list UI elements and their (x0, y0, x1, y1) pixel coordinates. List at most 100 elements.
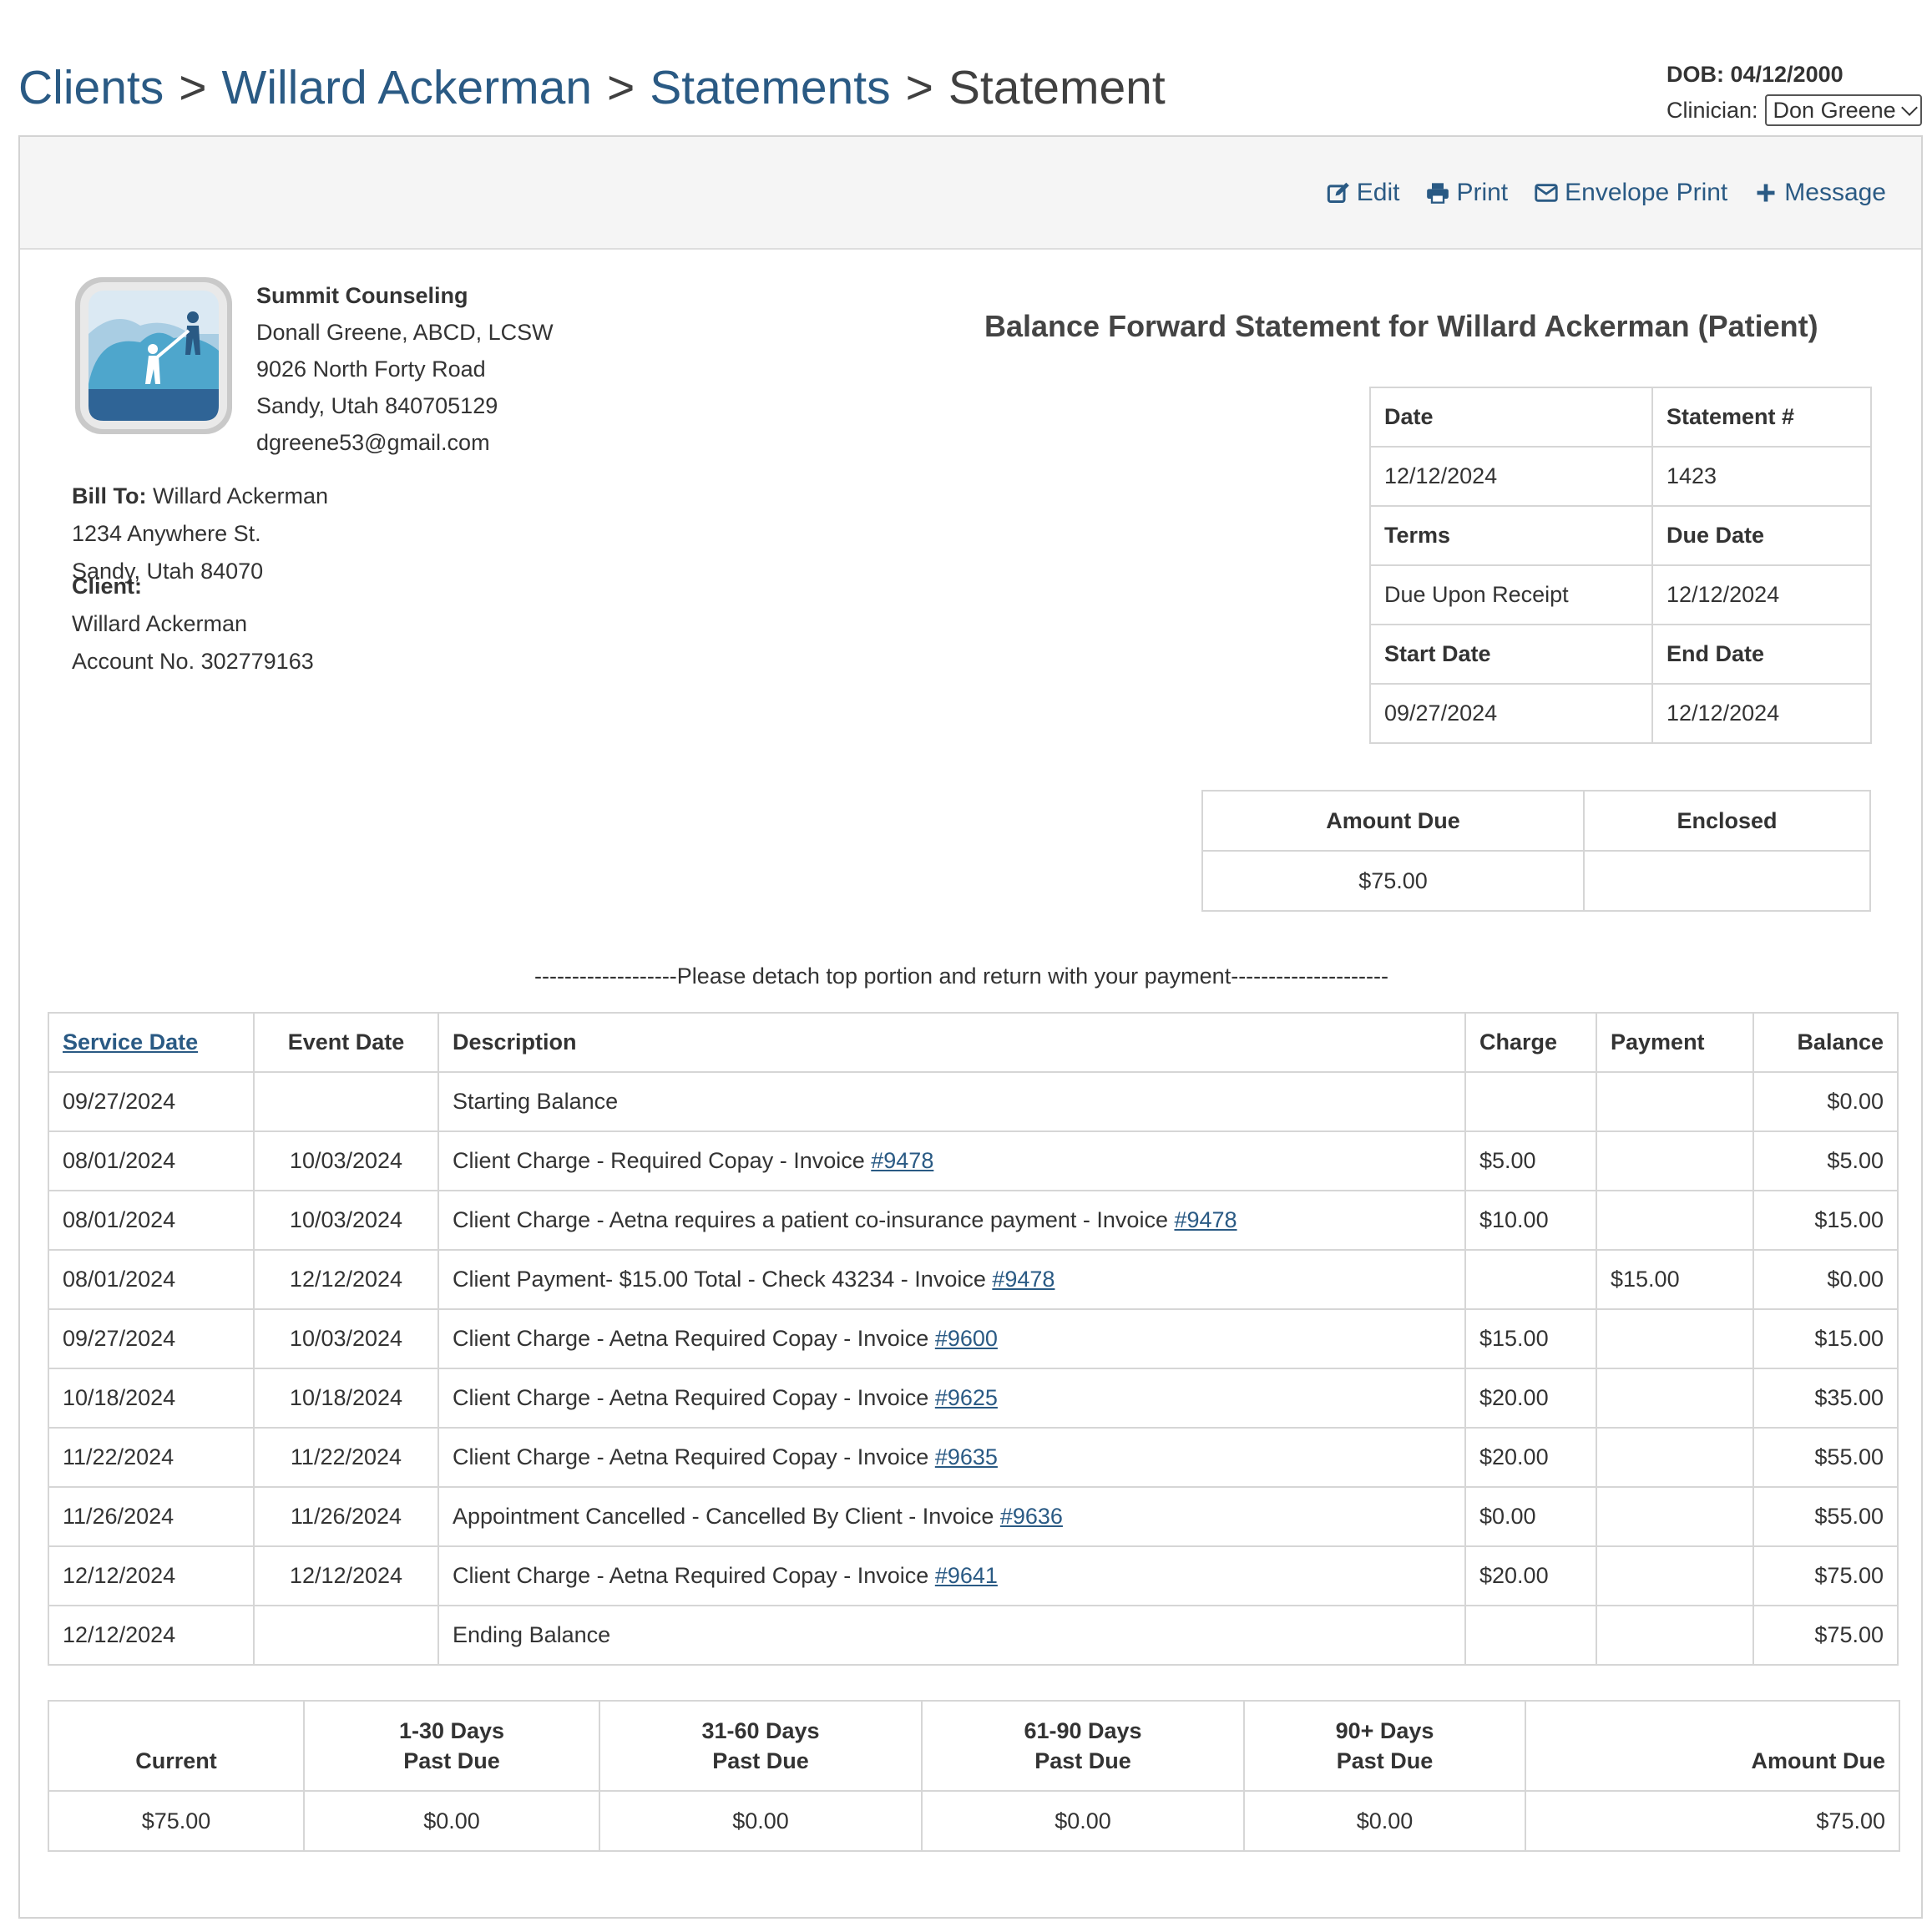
breadcrumb: Clients > Willard Ackerman > Statements > Stat… (18, 60, 1166, 115)
charge-cell-text: $20.00 (1479, 1444, 1549, 1469)
charge-cell-text: $20.00 (1479, 1563, 1549, 1588)
invoice-link[interactable]: #9625 (935, 1385, 998, 1410)
aging-61-90-value: $0.00 (921, 1790, 1245, 1852)
service-date-header: Service Date (48, 1012, 255, 1073)
aging-summary-table: Current 1-30 Days Past Due 31-60 Days Past… (48, 1700, 1900, 1852)
balance-cell: $15.00 (1752, 1190, 1899, 1251)
event-date-cell: 10/03/2024 (253, 1308, 439, 1369)
statement-number-label: Statement # (1651, 387, 1872, 448)
bill-to-address1: 1234 Anywhere St. (72, 521, 261, 546)
breadcrumb-client[interactable]: Willard Ackerman (222, 61, 592, 114)
practice-logo (75, 277, 232, 434)
start-date-value: 09/27/2024 (1369, 683, 1653, 744)
bill-to-name: Willard Ackerman (153, 483, 329, 508)
edit-button[interactable]: Edit (1327, 179, 1399, 207)
description-cell: Client Charge - Aetna Required Copay - I… (437, 1368, 1466, 1429)
aging-amount-due-value: $75.00 (1525, 1790, 1900, 1852)
service-date-cell-text: 08/01/2024 (63, 1267, 176, 1292)
description-cell: Client Charge - Required Copay - Invoice… (437, 1130, 1466, 1191)
invoice-link[interactable]: #9478 (1174, 1207, 1237, 1232)
practice-address-line1: 9026 North Forty Road (256, 357, 486, 382)
aging-90-plus-header-top: 90+ Days (1335, 1718, 1434, 1743)
event-date-cell-text: 12/12/2024 (289, 1267, 403, 1292)
client-label: Client: (72, 574, 142, 599)
event-date-cell: 11/22/2024 (253, 1427, 439, 1488)
charge-cell (1464, 1071, 1597, 1132)
description-cell-text: Client Charge - Aetna Required Copay - I… (453, 1444, 935, 1469)
event-date-cell (253, 1071, 439, 1132)
start-date-label: Start Date (1369, 624, 1653, 685)
end-date-value: 12/12/2024 (1651, 683, 1872, 744)
breadcrumb-clients[interactable]: Clients (18, 61, 164, 114)
table-row: 09/27/2024 12/12/2024 (1369, 683, 1872, 744)
statement-date: 12/12/2024 (1369, 446, 1653, 507)
client-name: Willard Ackerman (72, 611, 248, 636)
breadcrumb-separator: > (606, 61, 635, 114)
payment-cell (1596, 1427, 1754, 1488)
balance-cell-text: $0.00 (1827, 1267, 1884, 1292)
transactions-table: Service Date Event Date Description Char… (48, 1012, 1899, 1666)
aging-61-90-header-top: 61-90 Days (1024, 1718, 1142, 1743)
table-row: 08/01/2024 10/03/2024 Client Charge - Requ… (48, 1130, 1899, 1191)
aging-90-plus-value: $0.00 (1243, 1790, 1526, 1852)
date-label: Date (1369, 387, 1653, 448)
service-date-cell-text: 12/12/2024 (63, 1563, 176, 1588)
description-header: Description (437, 1012, 1466, 1073)
amount-due-label: Amount Due (1201, 790, 1585, 852)
charge-cell-text: $5.00 (1479, 1148, 1536, 1173)
service-date-cell: 09/27/2024 (48, 1308, 255, 1369)
sort-service-date-link[interactable]: Service Date (63, 1029, 198, 1055)
event-date-cell: 12/12/2024 (253, 1545, 439, 1606)
end-date-label: End Date (1651, 624, 1872, 685)
event-date-cell: 10/03/2024 (253, 1130, 439, 1191)
table-row: Terms Due Date (1369, 505, 1872, 566)
balance-cell-text: $0.00 (1827, 1089, 1884, 1114)
practice-email: dgreene53@gmail.com (256, 430, 490, 455)
balance-cell-text: $15.00 (1814, 1326, 1884, 1351)
page: Clients > Willard Ackerman > Statements > Stat… (0, 0, 1932, 1927)
table-header-row: Current 1-30 Days Past Due 31-60 Days Past… (48, 1700, 1900, 1792)
printer-icon (1427, 183, 1449, 204)
description-cell-text: Client Charge - Aetna Required Copay - I… (453, 1385, 935, 1410)
amount-due-table: Amount Due Enclosed $75.00 (1201, 790, 1871, 912)
balance-cell-text: $55.00 (1814, 1504, 1884, 1529)
charge-cell (1464, 1605, 1597, 1666)
envelope-print-button[interactable]: Envelope Print (1535, 179, 1727, 207)
payment-cell (1596, 1545, 1754, 1606)
invoice-link[interactable]: #9641 (935, 1563, 998, 1588)
aging-amount-due-header: Amount Due (1525, 1700, 1900, 1792)
aging-31-60-value: $0.00 (599, 1790, 923, 1852)
balance-cell: $55.00 (1752, 1486, 1899, 1547)
current-header: Current (48, 1700, 305, 1792)
practice-info: Summit Counseling Donall Greene, ABCD, L… (256, 277, 554, 461)
message-button[interactable]: Message (1754, 179, 1886, 207)
aging-1-30-value: $0.00 (303, 1790, 600, 1852)
statement-info-table: Date Statement # 12/12/2024 1423 Terms D… (1369, 387, 1872, 744)
breadcrumb-current: Statement (948, 61, 1166, 114)
invoice-link[interactable]: #9478 (871, 1148, 933, 1173)
print-button[interactable]: Print (1426, 179, 1508, 207)
charge-cell: $20.00 (1464, 1427, 1597, 1488)
table-row: Start Date End Date (1369, 624, 1872, 685)
event-date-cell: 11/26/2024 (253, 1486, 439, 1547)
print-label: Print (1456, 179, 1509, 206)
aging-31-60-header-bottom: Past Due (712, 1748, 809, 1773)
description-cell: Client Charge - Aetna Required Copay - I… (437, 1427, 1466, 1488)
service-date-cell: 11/26/2024 (48, 1486, 255, 1547)
breadcrumb-statements[interactable]: Statements (650, 61, 890, 114)
balance-cell-text: $35.00 (1814, 1385, 1884, 1410)
invoice-link[interactable]: #9600 (935, 1326, 998, 1351)
aging-90-plus-header: 90+ Days Past Due (1243, 1700, 1526, 1792)
invoice-link[interactable]: #9636 (1000, 1504, 1063, 1529)
payment-cell: $15.00 (1596, 1249, 1754, 1310)
edit-icon (1327, 182, 1349, 204)
service-date-cell: 12/12/2024 (48, 1605, 255, 1666)
balance-cell: $0.00 (1752, 1249, 1899, 1310)
due-date-value: 12/12/2024 (1651, 564, 1872, 625)
statement-panel: Edit Print Envelope Print Message Summit… (18, 135, 1923, 1919)
clinician-select[interactable]: Don Greene (1764, 94, 1922, 126)
invoice-link[interactable]: #9635 (935, 1444, 998, 1469)
description-cell-text: Starting Balance (453, 1089, 619, 1114)
invoice-link[interactable]: #9478 (992, 1267, 1055, 1292)
statement-actions: Edit Print Envelope Print Message (1327, 179, 1886, 207)
